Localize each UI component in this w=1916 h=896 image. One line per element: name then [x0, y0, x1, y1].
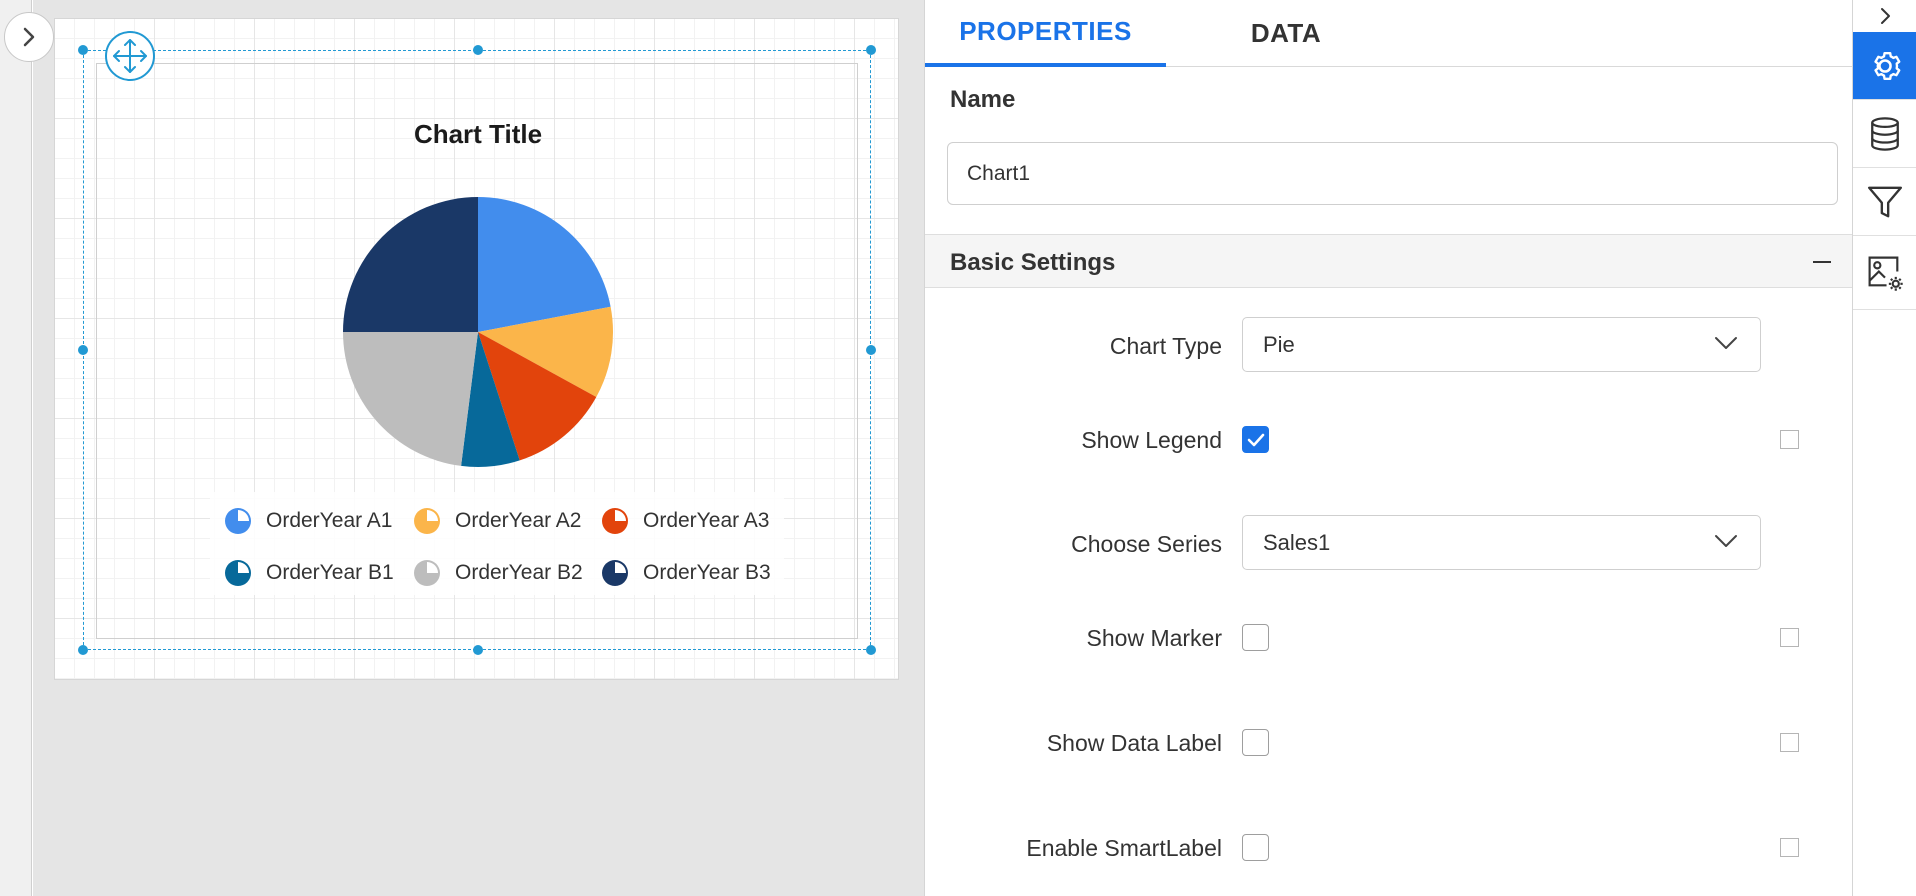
enable-smartlabel-label: Enable SmartLabel	[1026, 835, 1222, 861]
properties-panel: PROPERTIES DATA Name Basic Settings Char…	[924, 0, 1853, 896]
legend-item[interactable]: OrderYear A3	[601, 507, 769, 535]
resize-handle-bottom[interactable]	[473, 645, 483, 655]
show-data-label-binding-box[interactable]	[1780, 733, 1799, 752]
checkmark-icon	[1247, 433, 1264, 446]
design-surface[interactable]: Chart Title OrderYear A1 OrderYear A2 Orde…	[54, 18, 899, 680]
data-tool-button[interactable]	[1853, 100, 1916, 168]
chevron-down-icon	[1715, 337, 1737, 349]
legend-item[interactable]: OrderYear A2	[413, 507, 581, 535]
pie-legend-icon	[414, 560, 440, 586]
legend-label: OrderYear B1	[266, 561, 394, 584]
choose-series-value: Sales1	[1263, 529, 1331, 555]
right-toolbar	[1852, 0, 1916, 896]
chart-selection-box[interactable]: Chart Title OrderYear A1 OrderYear A2 Orde…	[78, 31, 876, 655]
legend-label: OrderYear A2	[455, 509, 582, 532]
choose-series-dropdown[interactable]: Sales1	[1242, 515, 1761, 570]
enable-smartlabel-checkbox[interactable]	[1242, 834, 1269, 861]
expand-panel-button[interactable]	[4, 12, 54, 62]
legend-item[interactable]: OrderYear B2	[413, 559, 583, 587]
show-data-label-checkbox[interactable]	[1242, 729, 1269, 756]
toolbar-collapse-button[interactable]	[1853, 0, 1916, 32]
gear-icon	[1874, 51, 1901, 80]
legend-item[interactable]: OrderYear A1	[224, 507, 392, 535]
pie-slice-orderyear-b2	[343, 332, 478, 466]
pie-slice-orderyear-b3	[343, 197, 478, 332]
show-legend-label: Show Legend	[1081, 427, 1222, 453]
tab-data[interactable]: DATA	[1166, 0, 1406, 67]
show-marker-label: Show Marker	[1086, 625, 1222, 651]
pie-legend-icon	[225, 560, 251, 586]
pie-legend-icon	[414, 508, 440, 534]
enable-smartlabel-binding-box[interactable]	[1780, 838, 1799, 857]
collapse-icon[interactable]	[1813, 261, 1831, 263]
pie-legend-icon	[602, 508, 628, 534]
pie-legend-icon	[602, 560, 628, 586]
basic-settings-header[interactable]: Basic Settings	[925, 234, 1853, 288]
image-settings-icon	[1868, 256, 1903, 291]
resize-handle-bottom-right[interactable]	[866, 645, 876, 655]
database-icon	[1871, 116, 1899, 151]
show-legend-checkbox[interactable]	[1242, 426, 1269, 453]
filter-tool-button[interactable]	[1853, 168, 1916, 236]
filter-icon	[1867, 186, 1903, 217]
show-data-label-label: Show Data Label	[1046, 730, 1222, 756]
panel-tabs: PROPERTIES DATA	[925, 0, 1853, 67]
choose-series-label: Choose Series	[1071, 531, 1222, 557]
legend-label: OrderYear A3	[643, 509, 770, 532]
legend-item[interactable]: OrderYear B1	[224, 559, 394, 587]
chart-type-label: Chart Type	[1109, 333, 1222, 359]
resize-handle-bottom-left[interactable]	[78, 645, 88, 655]
chart-type-value: Pie	[1263, 331, 1295, 357]
show-marker-binding-box[interactable]	[1780, 628, 1799, 647]
tab-properties[interactable]: PROPERTIES	[925, 0, 1166, 67]
legend-label: OrderYear A1	[266, 509, 393, 532]
basic-settings-title: Basic Settings	[950, 249, 1116, 276]
properties-tool-button[interactable]	[1853, 32, 1916, 100]
pie-chart	[343, 197, 613, 468]
image-settings-tool-button[interactable]	[1853, 236, 1916, 310]
chart-type-dropdown[interactable]: Pie	[1242, 317, 1761, 372]
left-gutter	[0, 0, 32, 896]
name-label: Name	[950, 86, 1016, 113]
legend-item[interactable]: OrderYear B3	[601, 559, 771, 587]
chart-legend: OrderYear A1 OrderYear A2 OrderYear A3 Orde…	[210, 492, 784, 595]
design-canvas-area: Chart Title OrderYear A1 OrderYear A2 Orde…	[33, 0, 924, 896]
show-legend-binding-box[interactable]	[1780, 430, 1799, 449]
chevron-right-icon	[23, 27, 35, 47]
legend-label: OrderYear B3	[643, 561, 771, 584]
show-marker-checkbox[interactable]	[1242, 624, 1269, 651]
chevron-right-icon	[1881, 8, 1890, 24]
chevron-down-icon	[1715, 535, 1737, 547]
name-input[interactable]	[947, 142, 1838, 205]
legend-label: OrderYear B2	[455, 561, 583, 584]
pie-legend-icon	[225, 508, 251, 534]
